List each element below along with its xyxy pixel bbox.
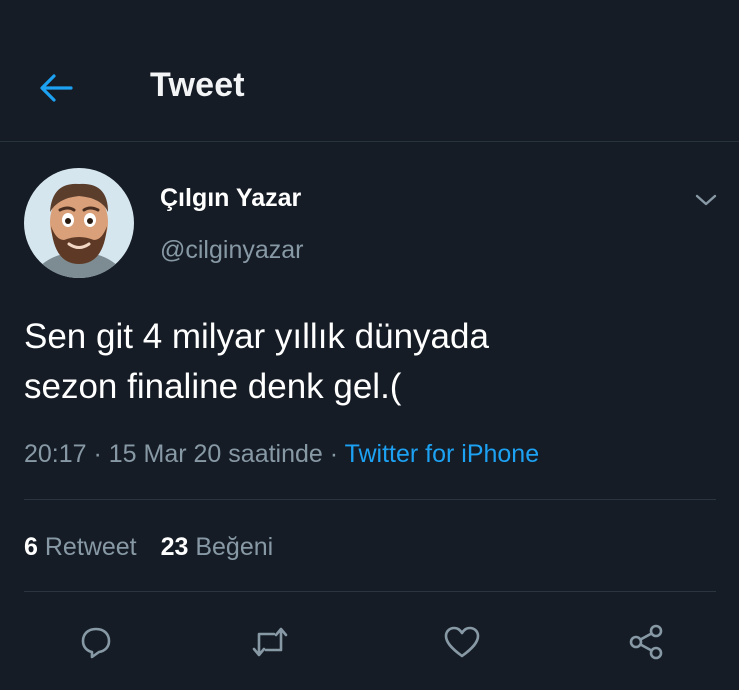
retweets-label: Retweet <box>44 533 137 561</box>
share-icon <box>629 624 663 660</box>
avatar[interactable] <box>24 168 134 278</box>
tweet-source-link[interactable]: Twitter for iPhone <box>345 440 540 468</box>
tweet-text-line: sezon finaline denk gel.( <box>24 367 402 406</box>
back-button[interactable] <box>34 68 78 108</box>
author-handle[interactable]: @cilginyazar <box>160 236 303 265</box>
reply-button[interactable] <box>74 620 118 664</box>
retweets-stat[interactable]: 6 Retweet <box>24 533 137 562</box>
avatar-image <box>24 168 134 278</box>
meta-separator: · <box>322 440 345 468</box>
top-bar: Tweet <box>0 0 739 142</box>
retweet-icon <box>252 627 288 657</box>
likes-label: Beğeni <box>195 533 274 561</box>
like-button[interactable] <box>440 620 484 664</box>
reply-icon <box>81 627 111 659</box>
likes-stat[interactable]: 23 Beğeni <box>161 533 274 562</box>
tweet-stats: 6 Retweet 23 Beğeni <box>24 533 297 562</box>
retweet-button[interactable] <box>248 620 292 664</box>
tweet-timestamp: 20:17 · 15 Mar 20 saatinde <box>24 440 323 468</box>
heart-icon <box>444 626 480 658</box>
author-display-name[interactable]: Çılgın Yazar <box>160 184 301 213</box>
share-button[interactable] <box>624 620 668 664</box>
divider <box>24 591 716 592</box>
divider <box>24 499 716 500</box>
retweets-count: 6 <box>24 533 38 561</box>
tweet-menu-button[interactable] <box>686 184 726 216</box>
tweet-meta: 20:17 · 15 Mar 20 saatinde · Twitter for… <box>24 440 539 469</box>
arrow-left-icon <box>40 74 73 102</box>
tweet-text: Sen git 4 milyar yıllık dünyada sezon fi… <box>24 312 714 412</box>
tweet-text-line: Sen git 4 milyar yıllık dünyada <box>24 317 489 356</box>
chevron-down-icon <box>695 194 717 206</box>
page-title: Tweet <box>150 66 245 104</box>
likes-count: 23 <box>160 533 189 561</box>
